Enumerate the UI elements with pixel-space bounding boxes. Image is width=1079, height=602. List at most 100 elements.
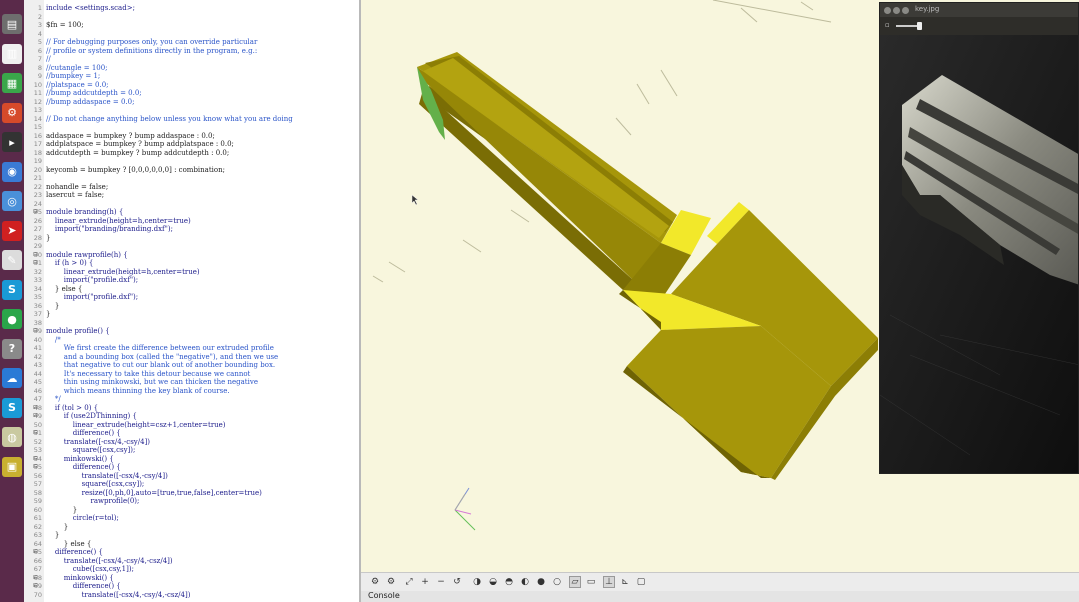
fold-toggle-icon[interactable]: ⊟ <box>33 574 39 583</box>
skype-icon[interactable]: S <box>2 279 22 300</box>
image-viewer-titlebar[interactable]: key.jpg <box>880 3 1078 17</box>
code-line[interactable]: 20 keycomb = bumpkey ? [0,0,0,0,0,0] : co… <box>24 166 359 175</box>
editor-icon[interactable]: ✎ <box>2 250 22 270</box>
code-line[interactable]: 11 //bump addcutdepth = 0.0; <box>24 89 359 98</box>
code-line[interactable]: 66 translate([-csx/4,-csy/4,-csz/4]) <box>24 557 359 566</box>
code-line[interactable]: 30 ⊟ module rawprofile(h) { <box>24 251 359 260</box>
cloud-icon[interactable]: ☁ <box>2 368 22 388</box>
settings-icon[interactable]: ⚙ <box>2 102 22 123</box>
files-icon[interactable]: ▤ <box>2 14 22 34</box>
code-line[interactable]: 18 addcutdepth = bumpkey ? bump addcutdep… <box>24 149 359 158</box>
minimize-window-icon[interactable] <box>893 7 900 14</box>
fold-toggle-icon[interactable]: ⊟ <box>33 251 39 260</box>
code-line[interactable]: 12 //bump addaspace = 0.0; <box>24 98 359 107</box>
code-line[interactable]: 6 // profile or system definitions direct… <box>24 47 359 56</box>
terminal-icon[interactable]: ▸ <box>2 132 22 152</box>
code-line[interactable]: 40 /* <box>24 336 359 345</box>
fold-toggle-icon[interactable]: ⊟ <box>33 412 39 421</box>
code-line[interactable]: 9 //bumpkey = 1; <box>24 72 359 81</box>
code-line[interactable]: 35 import("profile.dxf"); <box>24 293 359 302</box>
code-line[interactable]: 45 thin using minkowski, but we can thic… <box>24 378 359 387</box>
code-line[interactable]: 47 */ <box>24 395 359 404</box>
code-line[interactable]: 68 ⊟ minkowski() { <box>24 574 359 583</box>
code-line[interactable]: 24 <box>24 200 359 209</box>
code-line[interactable]: 46 which means thinning the key blank of… <box>24 387 359 396</box>
code-line[interactable]: 63 } <box>24 531 359 540</box>
code-line[interactable]: 52 translate([-csx/4,-csy/4]) <box>24 438 359 447</box>
help-icon[interactable]: ? <box>2 338 22 359</box>
code-line[interactable]: 13 <box>24 106 359 115</box>
view-front-icon[interactable]: ● <box>535 576 547 588</box>
view-all-icon[interactable]: ⤢ <box>403 576 415 588</box>
code-line[interactable]: 33 import("profile.dxf"); <box>24 276 359 285</box>
code-line[interactable]: 16 addaspace = bumpkey ? bump addaspace :… <box>24 132 359 141</box>
code-line[interactable]: 22 nohandle = false; <box>24 183 359 192</box>
render-icon[interactable]: ⚙ <box>385 576 397 588</box>
code-line[interactable]: 55 ⊟ difference() { <box>24 463 359 472</box>
code-line[interactable]: 27 import("branding/branding.dxf"); <box>24 225 359 234</box>
zoom-slider-handle[interactable] <box>917 22 922 30</box>
code-line[interactable]: 50 linear_extrude(height=csz+1,center=tr… <box>24 421 359 430</box>
chrome-icon[interactable]: ◎ <box>2 191 22 211</box>
telegram-icon[interactable]: ➤ <box>2 220 22 241</box>
code-line[interactable]: 70 translate([-csx/4,-csy/4,-csz/4]) <box>24 591 359 600</box>
show-edges-icon[interactable]: ▢ <box>635 576 647 588</box>
code-line[interactable]: 8 //cutangle = 100; <box>24 64 359 73</box>
code-line[interactable]: 5 // For debugging purposes only, you can… <box>24 38 359 47</box>
maximize-window-icon[interactable] <box>902 7 909 14</box>
code-line[interactable]: 64 } else { <box>24 540 359 549</box>
code-line[interactable]: 31 ⊟ if (h > 0) { <box>24 259 359 268</box>
view-top-icon[interactable]: ◒ <box>487 576 499 588</box>
perspective-icon[interactable]: ▱ <box>569 576 581 588</box>
reset-view-icon[interactable]: ↺ <box>451 576 463 588</box>
code-line[interactable]: 2 <box>24 13 359 22</box>
code-line[interactable]: 38 <box>24 319 359 328</box>
view-bottom-icon[interactable]: ◓ <box>503 576 515 588</box>
code-line[interactable]: 14 // Do not change anything below unless… <box>24 115 359 124</box>
fold-toggle-icon[interactable]: ⊟ <box>33 259 39 268</box>
document-icon[interactable]: ▥ <box>2 43 22 64</box>
files-yellow-icon[interactable]: ▣ <box>2 456 22 477</box>
code-line[interactable]: 39 ⊟ module profile() { <box>24 327 359 336</box>
view-left-icon[interactable]: ◐ <box>519 576 531 588</box>
code-line[interactable]: 3 $fn = 100; <box>24 21 359 30</box>
code-line[interactable]: 54 ⊟ minkowski() { <box>24 455 359 464</box>
fold-toggle-icon[interactable]: ⊟ <box>33 582 39 591</box>
code-line[interactable]: 44 It's necessary to take this detour be… <box>24 370 359 379</box>
code-line[interactable]: 49 ⊟ if (use2DThinning) { <box>24 412 359 421</box>
code-line[interactable]: 34 } else { <box>24 285 359 294</box>
code-line[interactable]: 43 that negative to cut our blank out of… <box>24 361 359 370</box>
code-line[interactable]: 56 translate([-csx/4,-csy/4]) <box>24 472 359 481</box>
code-line[interactable]: 62 } <box>24 523 359 532</box>
code-line[interactable]: 41 We first create the difference betwee… <box>24 344 359 353</box>
zoom-out-icon[interactable]: − <box>435 576 447 588</box>
code-line[interactable]: 65 ⊟ difference() { <box>24 548 359 557</box>
code-line[interactable]: 60 } <box>24 506 359 515</box>
code-line[interactable]: 32 linear_extrude(height=h,center=true) <box>24 268 359 277</box>
code-line[interactable]: 58 resize([0,ph,0],auto=[true,true,false… <box>24 489 359 498</box>
code-line[interactable]: 4 <box>24 30 359 39</box>
browser-icon[interactable]: ◉ <box>2 161 22 182</box>
code-line[interactable]: 69 ⊟ difference() { <box>24 582 359 591</box>
image-viewer-window[interactable]: key.jpg ▫ <box>879 2 1079 474</box>
fold-toggle-icon[interactable]: ⊟ <box>33 548 39 557</box>
code-line[interactable]: 7 // <box>24 55 359 64</box>
preview-icon[interactable]: ⚙ <box>369 576 381 588</box>
fold-toggle-icon[interactable]: ⊟ <box>33 404 39 413</box>
fold-toggle-icon[interactable]: ⊟ <box>33 463 39 472</box>
code-line[interactable]: 1 include <settings.scad>; <box>24 4 359 13</box>
code-line[interactable]: 57 square([csx,csy]); <box>24 480 359 489</box>
code-editor[interactable]: 1 include <settings.scad>; 2 3 $fn = 100; 4 5 /… <box>24 0 361 602</box>
code-line[interactable]: 28} <box>24 234 359 243</box>
skype-alt-icon[interactable]: S <box>2 397 22 418</box>
code-line[interactable]: 29 <box>24 242 359 251</box>
key-model[interactable] <box>417 52 878 480</box>
code-line[interactable]: 15 <box>24 123 359 132</box>
code-line[interactable]: 61 circle(r=tol); <box>24 514 359 523</box>
code-line[interactable]: 26 linear_extrude(height=h,center=true) <box>24 217 359 226</box>
view-back-icon[interactable]: ○ <box>551 576 563 588</box>
app-green-icon[interactable]: ● <box>2 309 22 329</box>
view-right-icon[interactable]: ◑ <box>471 576 483 588</box>
code-line[interactable]: 17 addplatspace = bumpkey ? bump addplats… <box>24 140 359 149</box>
spreadsheet-icon[interactable]: ▦ <box>2 73 22 93</box>
